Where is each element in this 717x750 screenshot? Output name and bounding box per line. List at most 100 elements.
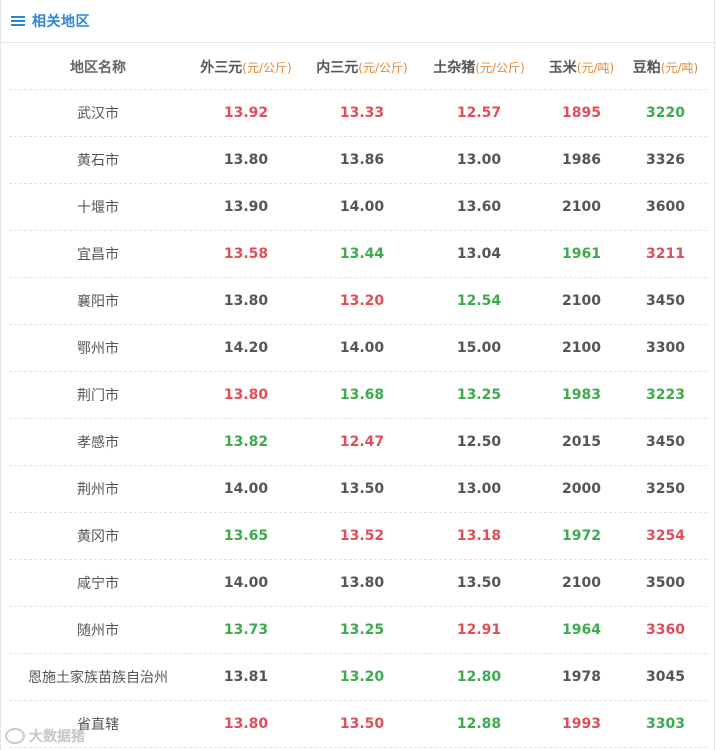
price-cell-wai-san-yuan: 14.20 — [223, 340, 269, 356]
price-cell-soybean-meal: 3254 — [646, 528, 685, 544]
table-row: 恩施土家族苗族自治州 13.81 13.20 12.80 1978 3045 — [9, 654, 707, 701]
price-cell-corn: 1983 — [562, 387, 601, 403]
price-cell-wai-san-yuan: 13.80 — [223, 293, 269, 309]
column-header-tu-za-zhu: 土杂猪(元/公斤) — [433, 59, 525, 76]
region-cell[interactable]: 鄂州市 — [9, 338, 187, 358]
price-cell-tu-za-zhu: 15.00 — [456, 340, 502, 356]
price-cell-tu-za-zhu: 12.80 — [456, 669, 502, 685]
price-cell-tu-za-zhu: 13.25 — [456, 387, 502, 403]
price-cell-wai-san-yuan: 13.92 — [223, 105, 269, 121]
price-cell-corn: 2100 — [562, 575, 601, 591]
price-cell-wai-san-yuan: 13.58 — [223, 246, 269, 262]
price-cell-nei-san-yuan: 13.80 — [339, 575, 385, 591]
price-cell-nei-san-yuan: 13.52 — [339, 528, 385, 544]
price-cell-corn: 2000 — [562, 481, 601, 497]
price-cell-nei-san-yuan: 12.47 — [339, 434, 385, 450]
price-cell-corn: 2100 — [562, 199, 601, 215]
price-cell-nei-san-yuan: 13.50 — [339, 481, 385, 497]
price-cell-corn: 1972 — [562, 528, 601, 544]
price-cell-tu-za-zhu: 12.88 — [456, 716, 502, 732]
region-cell[interactable]: 十堰市 — [9, 197, 187, 217]
region-cell[interactable]: 恩施土家族苗族自治州 — [9, 667, 187, 687]
price-cell-tu-za-zhu: 13.00 — [456, 152, 502, 168]
table-row: 咸宁市 14.00 13.80 13.50 2100 3500 — [9, 560, 707, 607]
price-cell-soybean-meal: 3045 — [646, 669, 685, 685]
price-cell-nei-san-yuan: 13.50 — [339, 716, 385, 732]
price-cell-corn: 2100 — [562, 293, 601, 309]
price-cell-nei-san-yuan: 14.00 — [339, 340, 385, 356]
region-cell[interactable]: 孝感市 — [9, 432, 187, 452]
price-cell-corn: 2015 — [562, 434, 601, 450]
table-row: 鄂州市 14.20 14.00 15.00 2100 3300 — [9, 325, 707, 372]
price-cell-nei-san-yuan: 13.25 — [339, 622, 385, 638]
menu-icon[interactable] — [11, 15, 25, 27]
price-cell-wai-san-yuan: 14.00 — [223, 575, 269, 591]
table-row: 武汉市 13.92 13.33 12.57 1895 3220 — [9, 90, 707, 137]
price-cell-nei-san-yuan: 13.33 — [339, 105, 385, 121]
price-cell-tu-za-zhu: 13.04 — [456, 246, 502, 262]
table-row: 孝感市 13.82 12.47 12.50 2015 3450 — [9, 419, 707, 466]
price-cell-corn: 1978 — [562, 669, 601, 685]
region-cell[interactable]: 黄冈市 — [9, 526, 187, 546]
panel-header: 相关地区 — [1, 0, 714, 43]
price-cell-corn: 1993 — [562, 716, 601, 732]
table-row: 荆门市 13.80 13.68 13.25 1983 3223 — [9, 372, 707, 419]
column-header-region: 地区名称 — [70, 59, 126, 76]
region-cell[interactable]: 襄阳市 — [9, 291, 187, 311]
table-header-row: 地区名称 外三元(元/公斤) 内三元(元/公斤) 土杂猪(元/公斤) 玉米(元/… — [9, 44, 707, 90]
price-cell-wai-san-yuan: 13.80 — [223, 387, 269, 403]
region-cell[interactable]: 咸宁市 — [9, 573, 187, 593]
price-cell-soybean-meal: 3326 — [646, 152, 685, 168]
watermark: 大数据猪 — [5, 726, 85, 746]
price-cell-corn: 1961 — [562, 246, 601, 262]
panel-title: 相关地区 — [32, 14, 90, 30]
price-cell-soybean-meal: 3600 — [646, 199, 685, 215]
price-cell-soybean-meal: 3220 — [646, 105, 685, 121]
price-cell-soybean-meal: 3303 — [646, 716, 685, 732]
price-cell-tu-za-zhu: 12.50 — [456, 434, 502, 450]
watermark-logo-icon — [5, 728, 25, 744]
region-cell[interactable]: 荆州市 — [9, 479, 187, 499]
price-cell-nei-san-yuan: 13.20 — [339, 669, 385, 685]
price-cell-wai-san-yuan: 13.65 — [223, 528, 269, 544]
price-cell-corn: 1986 — [562, 152, 601, 168]
related-regions-panel: 相关地区 地区名称 外三元(元/公斤) 内三元(元/公斤) 土杂猪(元/公斤) … — [0, 0, 715, 750]
price-cell-tu-za-zhu: 12.91 — [456, 622, 502, 638]
price-cell-nei-san-yuan: 13.68 — [339, 387, 385, 403]
price-cell-corn: 1964 — [562, 622, 601, 638]
price-cell-soybean-meal: 3360 — [646, 622, 685, 638]
table-row: 黄冈市 13.65 13.52 13.18 1972 3254 — [9, 513, 707, 560]
price-cell-soybean-meal: 3250 — [646, 481, 685, 497]
price-cell-soybean-meal: 3500 — [646, 575, 685, 591]
price-cell-wai-san-yuan: 13.73 — [223, 622, 269, 638]
price-cell-wai-san-yuan: 14.00 — [223, 481, 269, 497]
price-cell-nei-san-yuan: 13.86 — [339, 152, 385, 168]
column-header-nei-san-yuan: 内三元(元/公斤) — [316, 59, 408, 76]
price-cell-tu-za-zhu: 13.60 — [456, 199, 502, 215]
price-cell-soybean-meal: 3211 — [646, 246, 685, 262]
region-cell[interactable]: 黄石市 — [9, 150, 187, 170]
price-cell-tu-za-zhu: 12.54 — [456, 293, 502, 309]
price-cell-wai-san-yuan: 13.81 — [223, 669, 269, 685]
price-cell-nei-san-yuan: 13.20 — [339, 293, 385, 309]
price-cell-wai-san-yuan: 13.90 — [223, 199, 269, 215]
region-cell[interactable]: 随州市 — [9, 620, 187, 640]
price-cell-tu-za-zhu: 13.18 — [456, 528, 502, 544]
price-cell-wai-san-yuan: 13.80 — [223, 716, 269, 732]
price-cell-tu-za-zhu: 13.50 — [456, 575, 502, 591]
price-cell-wai-san-yuan: 13.82 — [223, 434, 269, 450]
price-table: 地区名称 外三元(元/公斤) 内三元(元/公斤) 土杂猪(元/公斤) 玉米(元/… — [9, 44, 707, 748]
table-row: 随州市 13.73 13.25 12.91 1964 3360 — [9, 607, 707, 654]
price-cell-soybean-meal: 3300 — [646, 340, 685, 356]
price-cell-tu-za-zhu: 13.00 — [456, 481, 502, 497]
price-cell-soybean-meal: 3450 — [646, 293, 685, 309]
price-cell-wai-san-yuan: 13.80 — [223, 152, 269, 168]
column-header-corn: 玉米(元/吨) — [548, 59, 615, 76]
table-row: 襄阳市 13.80 13.20 12.54 2100 3450 — [9, 278, 707, 325]
column-header-soybean-meal: 豆粕(元/吨) — [632, 59, 699, 76]
table-row: 十堰市 13.90 14.00 13.60 2100 3600 — [9, 184, 707, 231]
column-header-wai-san-yuan: 外三元(元/公斤) — [200, 59, 292, 76]
region-cell[interactable]: 荆门市 — [9, 385, 187, 405]
region-cell[interactable]: 宜昌市 — [9, 244, 187, 264]
region-cell[interactable]: 武汉市 — [9, 103, 187, 123]
